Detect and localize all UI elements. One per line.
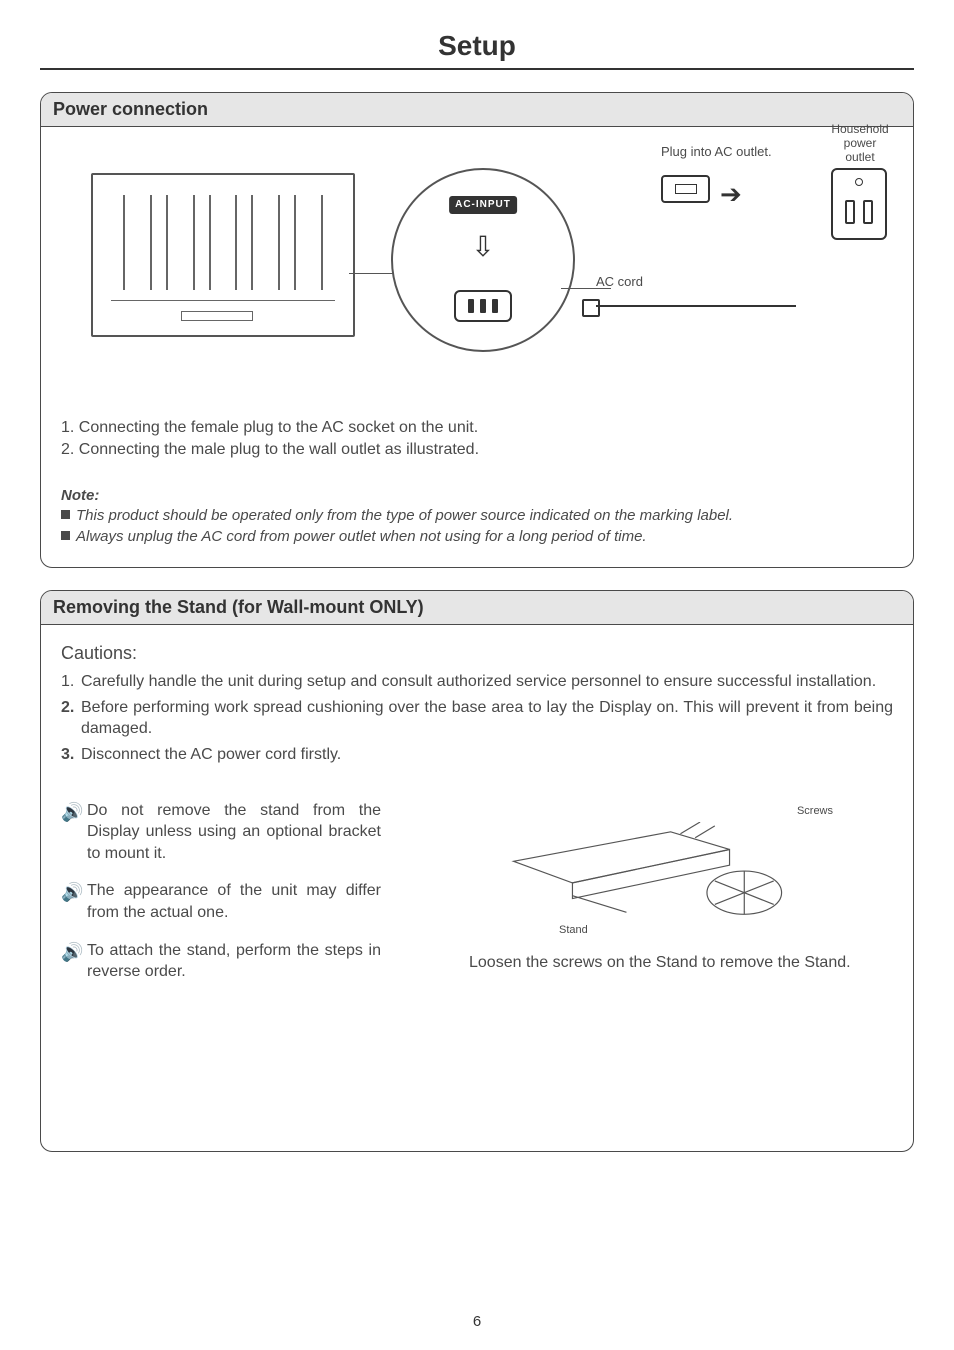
square-bullet-icon xyxy=(61,531,70,540)
cautions-title: Cautions: xyxy=(61,641,893,665)
screws-label: Screws xyxy=(797,804,833,819)
ac-input-label: AC-INPUT xyxy=(449,196,517,214)
stand-tip-2: 🔊 The appearance of the unit may differ … xyxy=(61,880,381,923)
power-note-block: Note: This product should be operated on… xyxy=(61,486,893,547)
stand-illustration xyxy=(469,822,833,930)
stand-tips: 🔊 Do not remove the stand from the Displ… xyxy=(61,800,381,999)
power-panel-header: Power connection xyxy=(41,93,913,127)
note-line-1: This product should be operated only fro… xyxy=(61,506,893,526)
power-step-2: 2. Connecting the male plug to the wall … xyxy=(61,439,893,461)
outlet-caption: Household power outlet xyxy=(831,123,889,164)
ac-input-zoom: AC-INPUT ⇩ xyxy=(391,168,575,352)
speaker-icon: 🔊 xyxy=(61,880,87,923)
power-steps: 1. Connecting the female plug to the AC … xyxy=(61,417,893,460)
stand-two-column: 🔊 Do not remove the stand from the Displ… xyxy=(61,800,893,999)
square-bullet-icon xyxy=(61,510,70,519)
caution-2: 2. Before performing work spread cushion… xyxy=(61,697,893,740)
stand-figure-column: Screws Stand xyxy=(409,800,893,999)
tv-rear-illustration xyxy=(91,173,355,337)
wall-outlet-icon xyxy=(831,168,887,240)
stand-tip-1: 🔊 Do not remove the stand from the Displ… xyxy=(61,800,381,865)
power-step-1: 1. Connecting the female plug to the AC … xyxy=(61,417,893,439)
page-number: 6 xyxy=(0,1313,954,1330)
stand-tip-3: 🔊 To attach the stand, perform the steps… xyxy=(61,940,381,983)
note-title: Note: xyxy=(61,486,893,506)
ac-cord-group: AC cord xyxy=(596,273,796,313)
arrow-right-icon: ➔ xyxy=(720,177,742,212)
stand-figure-caption: Loosen the screws on the Stand to remove… xyxy=(409,952,893,974)
caution-1: 1. Carefully handle the unit during setu… xyxy=(61,671,893,693)
ac-cord-label: AC cord xyxy=(596,273,796,291)
wall-outlet-group: Household power outlet xyxy=(831,123,889,240)
speaker-icon: 🔊 xyxy=(61,800,87,865)
stand-panel-content: Cautions: 1. Carefully handle the unit d… xyxy=(41,625,913,1019)
note-line-2: Always unplug the AC cord from power out… xyxy=(61,527,893,547)
power-panel-content: AC-INPUT ⇩ AC cord Plug into AC outlet. … xyxy=(41,127,913,567)
ac-cord-icon xyxy=(596,295,796,315)
male-plug-icon xyxy=(661,175,710,203)
stand-figure: Screws Stand xyxy=(409,804,893,944)
arrow-down-icon: ⇩ xyxy=(471,228,494,266)
caution-3: 3. Disconnect the AC power cord firstly. xyxy=(61,744,893,766)
power-diagram: AC-INPUT ⇩ AC cord Plug into AC outlet. … xyxy=(61,143,893,403)
ac-socket-icon xyxy=(454,290,512,322)
speaker-icon: 🔊 xyxy=(61,940,87,983)
title-divider xyxy=(40,68,914,70)
stand-panel: Removing the Stand (for Wall-mount ONLY)… xyxy=(40,590,914,1152)
stand-panel-header: Removing the Stand (for Wall-mount ONLY) xyxy=(41,591,913,625)
page-title: Setup xyxy=(40,30,914,62)
power-connection-panel: Power connection AC-INPUT ⇩ AC cord xyxy=(40,92,914,568)
